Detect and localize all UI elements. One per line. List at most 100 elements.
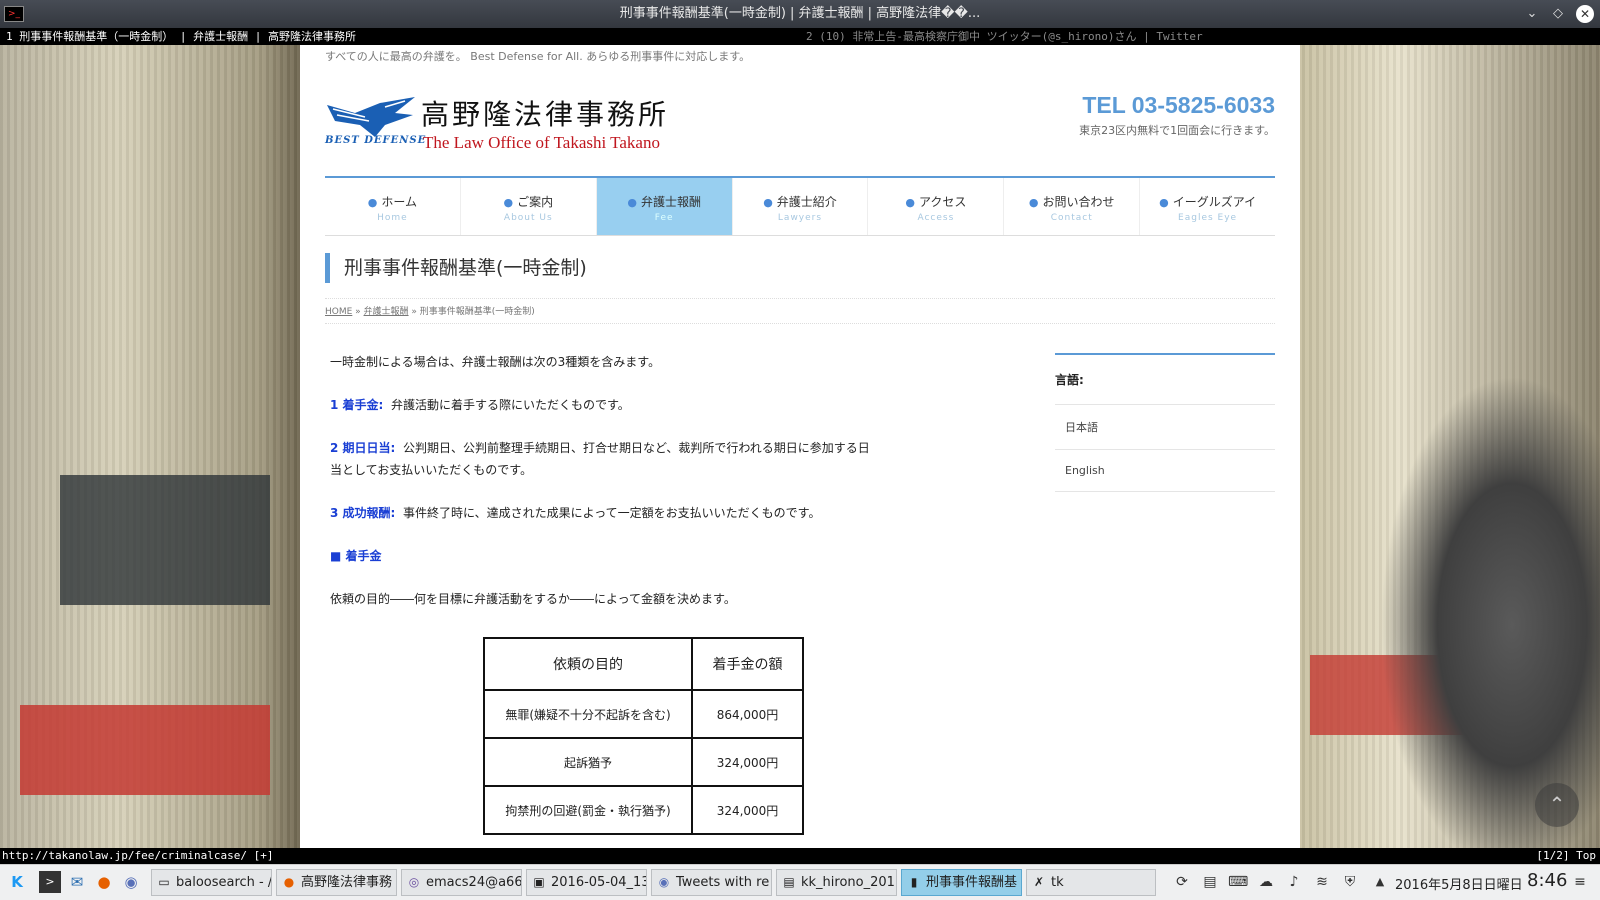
page-container: すべての人に最高の弁護を。 Best Defense for All. あらゆる… xyxy=(300,45,1300,848)
table-header-row: 依頼の目的 着手金の額 xyxy=(483,637,804,691)
task-terminal-active[interactable]: ▮ 刑事事件報酬基 xyxy=(901,869,1022,896)
wifi-icon[interactable]: ≋ xyxy=(1312,871,1332,893)
terminal-icon: ▮ xyxy=(910,875,918,889)
close-button[interactable]: ✕ xyxy=(1576,5,1594,23)
clock-date[interactable]: 2016年5月8日日曜日 xyxy=(1395,874,1523,893)
tray-expand-icon[interactable]: ▲ xyxy=(1370,871,1390,893)
nav-label: ホーム xyxy=(381,195,418,209)
page-title: 刑事事件報酬基準(一時金制) xyxy=(325,253,1275,283)
browser-icon: ◉ xyxy=(658,875,670,889)
x-icon: ✗ xyxy=(1033,875,1045,889)
task-label: 2016-05-04_13 xyxy=(551,875,647,890)
taskbar: K > ✉ ● ◉ ▭ baloosearch - / ● 高野隆法律事務 ◎ ema… xyxy=(0,864,1600,900)
scroll-to-top-button[interactable]: ⌃ xyxy=(1535,783,1579,827)
sidebar-language: 言語: 日本語 English xyxy=(1055,353,1275,492)
task-label: Tweets with re xyxy=(676,875,770,890)
site-tagline: すべての人に最高の弁護を。 Best Defense for All. あらゆる… xyxy=(325,50,751,63)
nav-item-access[interactable]: ● アクセス Access xyxy=(868,178,1005,235)
nav-sublabel: Access xyxy=(917,213,955,223)
table-cell: 拘禁刑の回避(罰金・執行猶予) xyxy=(483,785,693,835)
logo-english-name: The Law Office of Takashi Takano xyxy=(423,133,660,152)
table-cell: 324,000円 xyxy=(691,737,804,787)
browser-tab-bar: 1 刑事事件報酬基準（一時金制） | 弁護士報酬 | 高野隆法律事務所 2 (1… xyxy=(0,28,1600,45)
nav-sublabel: Lawyers xyxy=(777,213,823,223)
table-header-cell: 着手金の額 xyxy=(691,637,804,691)
section-heading: ■ 着手金 xyxy=(330,549,382,563)
table-header-cell: 依頼の目的 xyxy=(483,637,693,691)
browser-viewport: ⌃ すべての人に最高の弁護を。 Best Defense for All. あら… xyxy=(0,45,1600,848)
emacs-icon: ◎ xyxy=(408,875,420,889)
nav-label: ご案内 xyxy=(517,195,554,209)
task-label: 高野隆法律事務 xyxy=(301,875,393,890)
language-link-japanese[interactable]: 日本語 xyxy=(1055,405,1275,450)
task-label: emacs24@a66 xyxy=(426,875,522,890)
bird-bullet-icon: ● xyxy=(1159,196,1169,209)
sidebar-title: 言語: xyxy=(1055,353,1275,405)
image-icon: ▣ xyxy=(533,875,545,889)
task-tweets[interactable]: ◉ Tweets with re xyxy=(651,869,772,896)
app-launcher-icon[interactable]: K xyxy=(6,871,28,893)
main-navigation: ● ホーム Home ● ご案内 About Us ● 弁護士報酬 Fee ● 弁護士紹介 La… xyxy=(325,176,1275,236)
terminal-app-icon: >_ xyxy=(4,6,24,22)
table-cell: 無罪(嫌疑不十分不起訴を含む) xyxy=(483,689,693,739)
nav-item-lawyers[interactable]: ● 弁護士紹介 Lawyers xyxy=(733,178,869,235)
nav-item-home[interactable]: ● ホーム Home xyxy=(325,178,461,235)
task-emacs[interactable]: ◎ emacs24@a66 xyxy=(401,869,522,896)
keyboard-icon[interactable]: ⌨ xyxy=(1228,871,1248,893)
table-cell: 864,000円 xyxy=(691,689,804,739)
volume-icon[interactable]: ♪ xyxy=(1284,871,1304,893)
nav-sublabel: Fee xyxy=(654,213,674,223)
bird-bullet-icon: ● xyxy=(763,196,773,209)
table-cell: 起訴猶予 xyxy=(483,737,693,787)
task-document[interactable]: ▤ kk_hirono_201 xyxy=(776,869,897,896)
cloud-icon[interactable]: ☁ xyxy=(1256,871,1276,893)
nav-item-contact[interactable]: ● お問い合わせ Contact xyxy=(1004,178,1141,235)
breadcrumb-current: 刑事事件報酬基準(一時金制) xyxy=(419,307,535,317)
browser-tab-inactive[interactable]: 2 (10) 非常上告-最高検察庁御中 ツイッター(@s_hirono)さん |… xyxy=(800,28,1600,45)
task-tk[interactable]: ✗ tk xyxy=(1026,869,1156,896)
minimize-button[interactable]: ⌄ xyxy=(1524,0,1540,28)
phone-number[interactable]: TEL 03-5825-6033 xyxy=(1082,92,1275,119)
background-photo-detail xyxy=(20,705,270,795)
section-text: 依頼の目的――何を目標に弁護活動をするか――によって金額を決めます。 xyxy=(330,592,736,606)
task-baloosearch[interactable]: ▭ baloosearch - / xyxy=(151,869,272,896)
sync-icon[interactable]: ⟳ xyxy=(1172,871,1192,893)
menu-icon[interactable]: ≡ xyxy=(1570,871,1590,893)
site-logo[interactable]: BEST DEFENSE 高野隆法律事務所 The Law Office of … xyxy=(325,93,725,155)
clipboard-icon[interactable]: ▤ xyxy=(1200,871,1220,893)
logo-badge: BEST DEFENSE xyxy=(325,135,427,146)
breadcrumb-parent-link[interactable]: 弁護士報酬 xyxy=(364,307,409,317)
breadcrumb-home-link[interactable]: HOME xyxy=(325,307,352,317)
clock-time[interactable]: 8:46 xyxy=(1527,870,1567,891)
firefox-icon: ● xyxy=(283,875,295,889)
background-photo-detail xyxy=(1380,375,1600,848)
shield-icon[interactable]: ⛨ xyxy=(1340,871,1360,893)
firefox-icon[interactable]: ● xyxy=(93,871,115,893)
fee-item-retainer: 1 着手金: 弁護活動に着手する際にいただくものです。 xyxy=(330,396,630,413)
status-url: http://takanolaw.jp/fee/criminalcase/ [+… xyxy=(2,849,274,862)
mail-icon[interactable]: ✉ xyxy=(66,871,88,893)
task-firefox[interactable]: ● 高野隆法律事務 xyxy=(276,869,397,896)
nav-item-eagles-eye[interactable]: ● イーグルズアイ Eagles Eye xyxy=(1140,178,1275,235)
fee-item-success: 3 成功報酬: 事件終了時に、達成された成果によって一定額をお支払いいただくもの… xyxy=(330,504,820,521)
bird-bullet-icon: ● xyxy=(627,196,637,209)
task-image[interactable]: ▣ 2016-05-04_13 xyxy=(526,869,647,896)
fee-item-daily-cont: 当としてお支払いいただくものです。 xyxy=(330,463,533,477)
table-cell: 324,000円 xyxy=(691,785,804,835)
task-label: kk_hirono_201 xyxy=(801,875,895,890)
logo-japanese-name: 高野隆法律事務所 xyxy=(421,98,670,131)
browser-icon[interactable]: ◉ xyxy=(120,871,142,893)
bird-bullet-icon: ● xyxy=(503,196,514,209)
language-link-english[interactable]: English xyxy=(1055,450,1275,492)
task-label: tk xyxy=(1051,875,1064,890)
table-row: 拘禁刑の回避(罰金・執行猶予) 324,000円 xyxy=(483,785,804,835)
status-position: [1/2] Top xyxy=(1536,849,1596,862)
terminal-launcher-icon[interactable]: > xyxy=(39,871,61,893)
fee-item-text: 公判期日、公判前整理手続期日、打合せ期日など、裁判所で行われる期日に参加する日 xyxy=(402,441,870,455)
maximize-button[interactable]: ◇ xyxy=(1550,0,1566,28)
nav-sublabel: Eagles Eye xyxy=(1178,213,1238,223)
nav-item-about[interactable]: ● ご案内 About Us xyxy=(461,178,597,235)
nav-item-fee[interactable]: ● 弁護士報酬 Fee xyxy=(596,178,733,235)
task-label: 刑事事件報酬基 xyxy=(926,875,1018,890)
browser-tab-active[interactable]: 1 刑事事件報酬基準（一時金制） | 弁護士報酬 | 高野隆法律事務所 xyxy=(0,28,800,45)
